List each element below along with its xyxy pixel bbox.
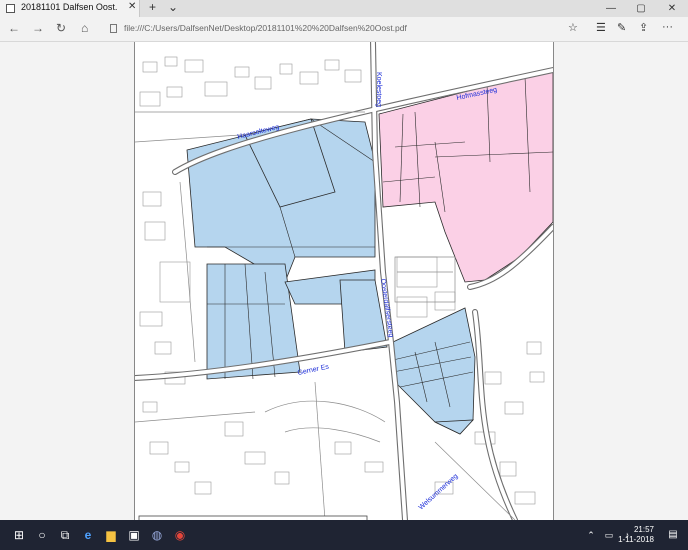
file-icon: [110, 24, 117, 33]
file-explorer-icon[interactable]: ▆: [102, 526, 120, 544]
navigation-bar: ← → ↻ ⌂ file:///C:/Users/DalfsenNet/Desk…: [0, 17, 688, 42]
maximize-button[interactable]: ▢: [627, 0, 655, 17]
task-view-icon[interactable]: ⧉: [56, 526, 74, 544]
action-center-icon[interactable]: ▤: [664, 526, 682, 544]
tab-active[interactable]: 20181101 Dalfsen Oost. ✕: [0, 0, 140, 17]
map: Koelestoeg Hofmassteeg Haarsolteweg Oost…: [135, 42, 553, 520]
pdf-viewer[interactable]: Koelestoeg Hofmassteeg Haarsolteweg Oost…: [0, 42, 688, 520]
tab-bar: 20181101 Dalfsen Oost. ✕ + ⌄ — ▢ ✕: [0, 0, 688, 17]
url-text[interactable]: file:///C:/Users/DalfsenNet/Desktop/2018…: [124, 23, 407, 33]
clock[interactable]: 21:57 1-11-2018: [618, 525, 654, 545]
tab-close-icon[interactable]: ✕: [128, 1, 136, 12]
refresh-button[interactable]: ↻: [56, 21, 66, 35]
new-tab-button[interactable]: +: [149, 0, 156, 14]
clock-time: 21:57: [633, 525, 654, 534]
network-icon[interactable]: ▭: [600, 526, 618, 544]
label-koelestoeg: Koelestoeg: [375, 72, 382, 107]
close-window-button[interactable]: ✕: [658, 0, 686, 17]
pdf-page: Koelestoeg Hofmassteeg Haarsolteweg Oost…: [134, 42, 554, 520]
tab-list-icon[interactable]: ⌄: [168, 0, 178, 14]
tab-title: 20181101 Dalfsen Oost.: [21, 2, 118, 12]
app-icon[interactable]: ◍: [148, 526, 166, 544]
notifications-icon[interactable]: ⌃: [582, 526, 600, 544]
forward-button[interactable]: →: [32, 21, 44, 35]
store-icon[interactable]: ▣: [125, 526, 143, 544]
pdf-icon: [6, 4, 15, 13]
clock-date: 1-11-2018: [618, 535, 654, 544]
windows-start-icon[interactable]: ⊞: [10, 526, 28, 544]
hub-icon[interactable]: ☰: [596, 21, 606, 34]
taskbar: ⊞ ○ ⧉ e ▆ ▣ ◍ ◉ ⌃ ▭ ♪ 21:57 1-11-2018 ▤: [0, 520, 688, 550]
more-options-icon[interactable]: ···: [662, 21, 673, 33]
edge-icon[interactable]: e: [79, 526, 97, 544]
label-gerner-es: Gerner Es: [297, 363, 330, 377]
home-button[interactable]: ⌂: [81, 21, 88, 35]
search-icon[interactable]: ○: [33, 526, 51, 544]
minimize-button[interactable]: —: [597, 0, 625, 17]
chrome-icon[interactable]: ◉: [171, 526, 189, 544]
back-button[interactable]: ←: [8, 21, 20, 35]
favorite-star-icon[interactable]: ☆: [568, 21, 578, 34]
share-icon[interactable]: ⇪: [639, 21, 648, 34]
web-note-icon[interactable]: ✎: [617, 21, 626, 34]
address-bar[interactable]: file:///C:/Users/DalfsenNet/Desktop/2018…: [106, 20, 546, 38]
label-welsummerweg: Welsummerweg: [418, 473, 460, 512]
